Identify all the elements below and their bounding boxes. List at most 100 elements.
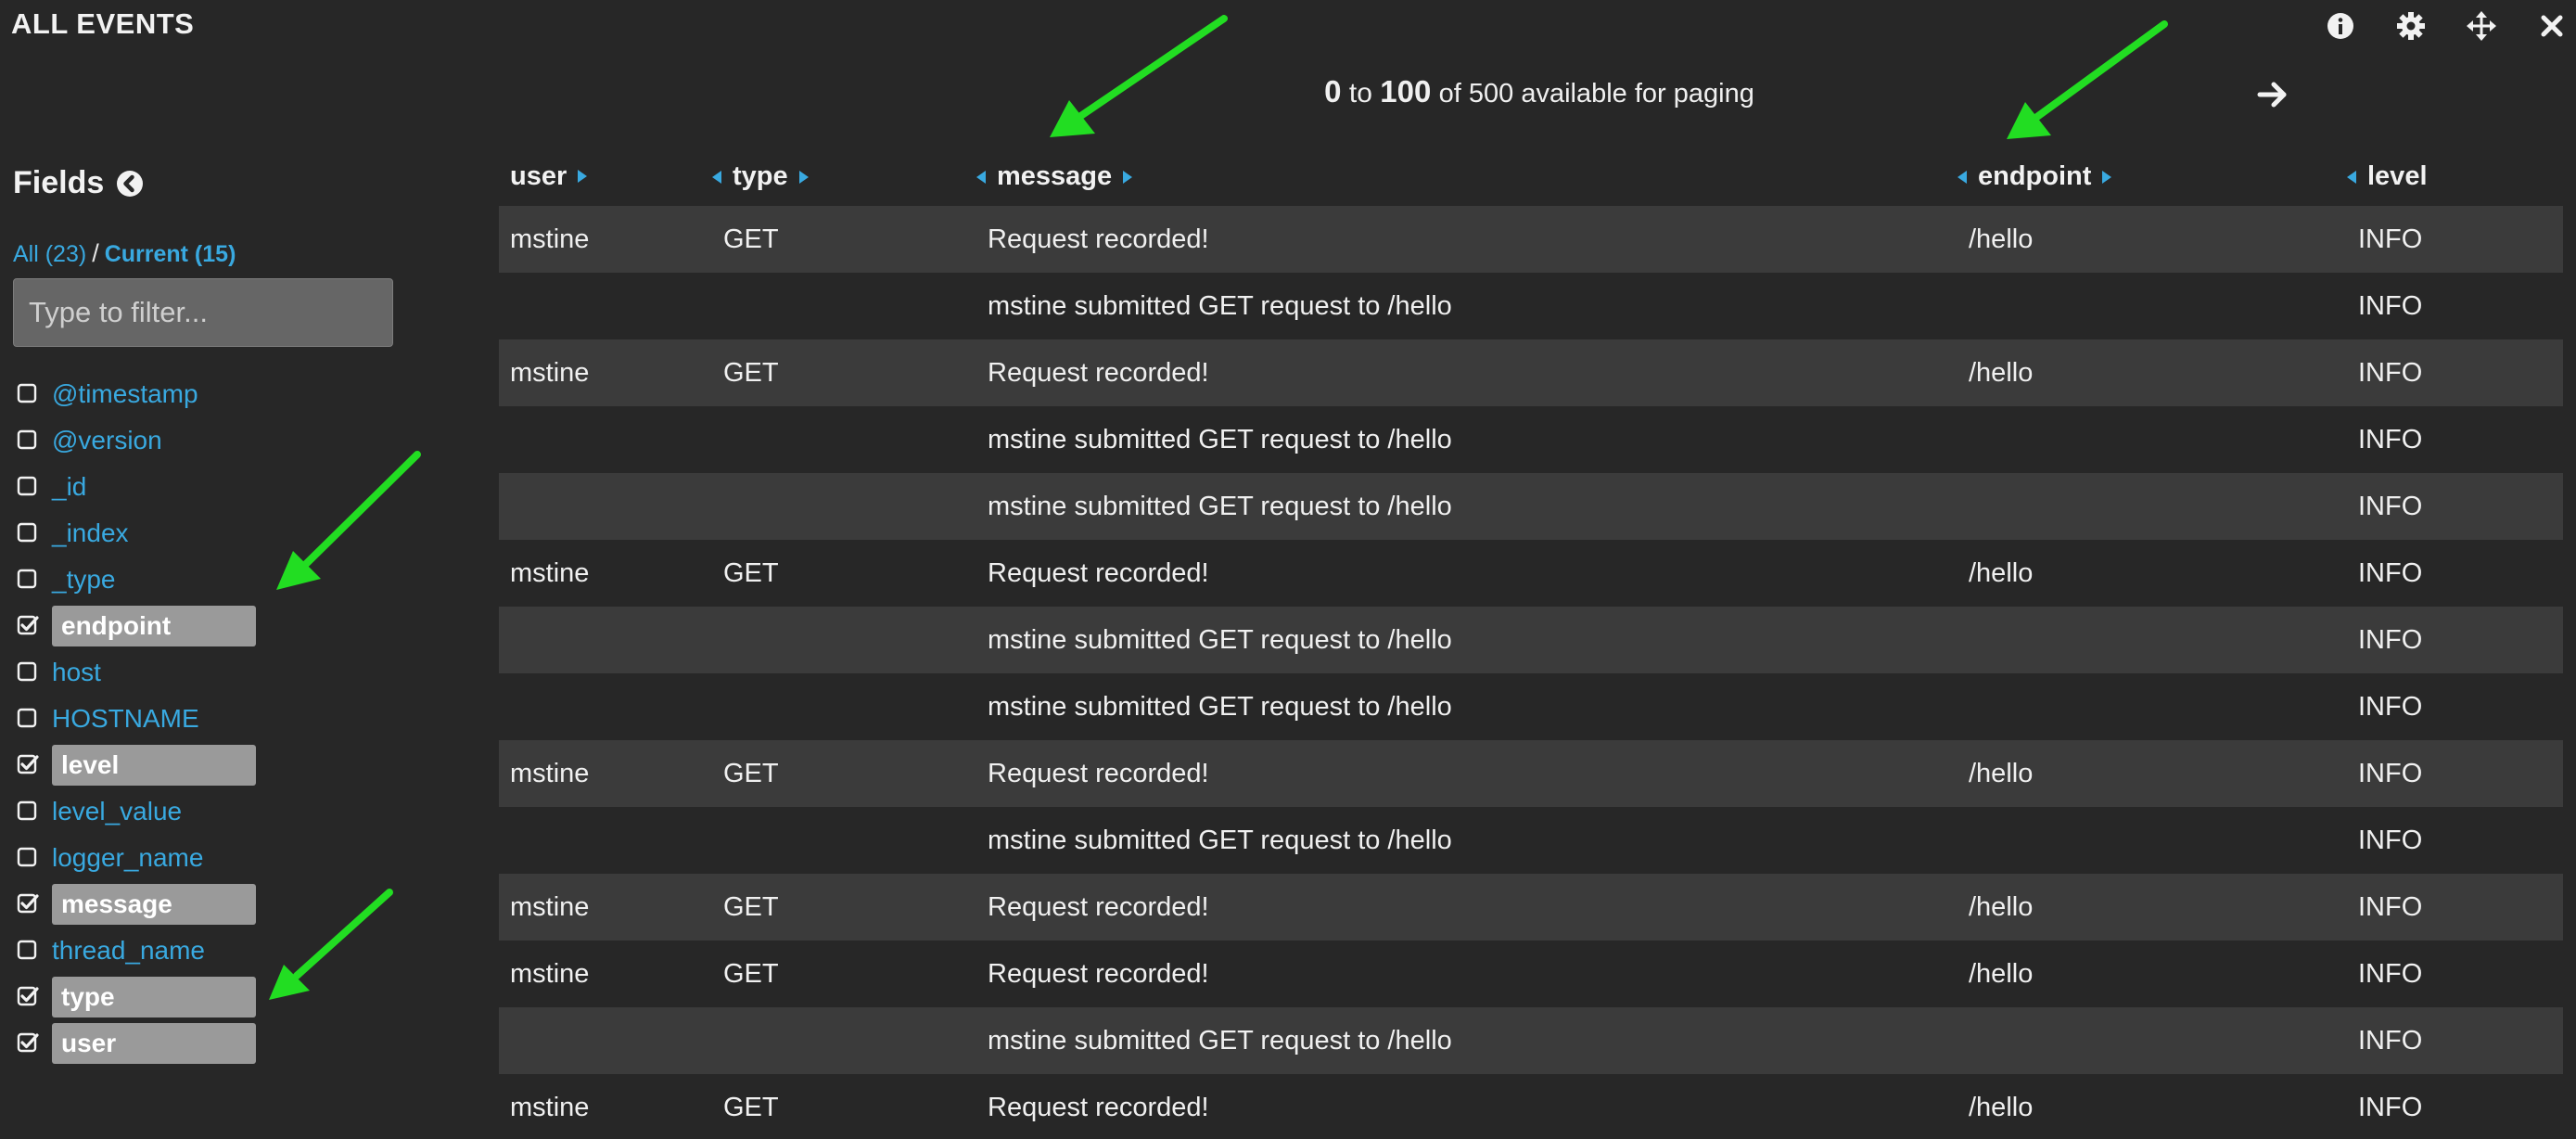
- field-name[interactable]: level_value: [52, 797, 182, 826]
- field-name[interactable]: logger_name: [52, 843, 203, 873]
- cell-message: mstine submitted GET request to /hello: [988, 290, 1452, 321]
- unchecked-checkbox-icon[interactable]: [17, 383, 39, 405]
- field-item[interactable]: _type: [17, 557, 256, 603]
- close-icon[interactable]: [2533, 7, 2570, 45]
- unchecked-checkbox-icon[interactable]: [17, 708, 39, 730]
- field-item[interactable]: level: [17, 742, 256, 788]
- table-row[interactable]: mstine GET Request recorded! /hello INFO: [499, 339, 2563, 406]
- column-header-endpoint[interactable]: endpoint: [1958, 147, 2347, 206]
- cell-type: [712, 607, 976, 673]
- unchecked-checkbox-icon[interactable]: [17, 522, 39, 544]
- field-name[interactable]: @version: [52, 426, 162, 455]
- field-item[interactable]: level_value: [17, 788, 256, 835]
- move-right-caret-icon[interactable]: [798, 170, 809, 184]
- cell-message: mstine submitted GET request to /hello: [988, 691, 1452, 722]
- collapse-sidebar-icon[interactable]: [115, 169, 145, 198]
- field-name[interactable]: HOSTNAME: [52, 704, 199, 734]
- move-left-caret-icon[interactable]: [2347, 170, 2356, 184]
- cell-message: mstine submitted GET request to /hello: [988, 1025, 1452, 1056]
- info-icon[interactable]: [2322, 7, 2359, 45]
- move-left-caret-icon[interactable]: [712, 170, 721, 184]
- unchecked-checkbox-icon[interactable]: [17, 569, 39, 591]
- cell-type: GET: [723, 758, 779, 788]
- field-name[interactable]: _id: [52, 472, 86, 502]
- cell-type: [712, 673, 976, 740]
- field-item[interactable]: host: [17, 649, 256, 696]
- cell-endpoint: [1958, 473, 2347, 540]
- move-right-caret-icon[interactable]: [578, 170, 588, 183]
- field-item[interactable]: logger_name: [17, 835, 256, 881]
- unchecked-checkbox-icon[interactable]: [17, 800, 39, 823]
- unchecked-checkbox-icon[interactable]: [17, 661, 39, 684]
- field-name[interactable]: type: [52, 977, 256, 1017]
- field-item[interactable]: type: [17, 974, 256, 1020]
- table-row[interactable]: mstine GET Request recorded! /hello INFO: [499, 206, 2563, 273]
- checked-checkbox-icon[interactable]: [17, 893, 39, 915]
- table-row[interactable]: mstine submitted GET request to /hello IN…: [499, 273, 2563, 339]
- cell-user: [499, 273, 712, 339]
- column-label-user: user: [510, 160, 567, 191]
- field-name[interactable]: message: [52, 884, 256, 925]
- table-row[interactable]: mstine GET Request recorded! /hello INFO: [499, 1074, 2563, 1139]
- checked-checkbox-icon[interactable]: [17, 1032, 39, 1055]
- cell-user: mstine: [510, 1092, 590, 1122]
- column-header-user[interactable]: user: [499, 147, 712, 206]
- field-item[interactable]: thread_name: [17, 928, 256, 974]
- field-item[interactable]: user: [17, 1020, 256, 1067]
- cell-endpoint: /hello: [1969, 557, 2034, 588]
- move-left-caret-icon[interactable]: [1958, 170, 1967, 184]
- current-fields-link[interactable]: Current (15): [105, 241, 236, 267]
- table-row[interactable]: mstine GET Request recorded! /hello INFO: [499, 874, 2563, 941]
- cell-message: Request recorded!: [988, 758, 1209, 788]
- field-name[interactable]: _type: [52, 565, 116, 595]
- cell-level: INFO: [2358, 1092, 2423, 1122]
- column-header-type[interactable]: type: [712, 147, 976, 206]
- table-row[interactable]: mstine GET Request recorded! /hello INFO: [499, 540, 2563, 607]
- field-name[interactable]: host: [52, 658, 101, 687]
- gear-icon[interactable]: [2392, 7, 2429, 45]
- field-item[interactable]: @timestamp: [17, 371, 256, 417]
- move-left-caret-icon[interactable]: [976, 170, 986, 184]
- field-item[interactable]: HOSTNAME: [17, 696, 256, 742]
- annotation-arrow-icon: [269, 889, 393, 1000]
- unchecked-checkbox-icon[interactable]: [17, 476, 39, 498]
- unchecked-checkbox-icon[interactable]: [17, 847, 39, 869]
- paging-to: 100: [1380, 74, 1432, 109]
- table-row[interactable]: mstine submitted GET request to /hello IN…: [499, 1007, 2563, 1074]
- field-name[interactable]: @timestamp: [52, 379, 198, 409]
- field-item[interactable]: _index: [17, 510, 256, 557]
- fields-heading-label: Fields: [13, 165, 105, 200]
- table-row[interactable]: mstine submitted GET request to /hello IN…: [499, 673, 2563, 740]
- column-header-level[interactable]: level: [2347, 147, 2563, 206]
- column-header-message[interactable]: message: [976, 147, 1958, 206]
- table-row[interactable]: mstine GET Request recorded! /hello INFO: [499, 941, 2563, 1007]
- field-item[interactable]: endpoint: [17, 603, 256, 649]
- annotation-arrow-icon: [1050, 15, 1228, 137]
- field-item[interactable]: @version: [17, 417, 256, 464]
- next-page-arrow-icon[interactable]: [2256, 78, 2289, 111]
- field-name[interactable]: user: [52, 1023, 256, 1064]
- cell-endpoint: /hello: [1969, 758, 2034, 788]
- column-label-message: message: [997, 161, 1113, 192]
- field-name[interactable]: thread_name: [52, 936, 205, 966]
- field-item[interactable]: message: [17, 881, 256, 928]
- table-row[interactable]: mstine GET Request recorded! /hello INFO: [499, 740, 2563, 807]
- move-icon[interactable]: [2463, 7, 2500, 45]
- table-row[interactable]: mstine submitted GET request to /hello IN…: [499, 607, 2563, 673]
- field-item[interactable]: _id: [17, 464, 256, 510]
- table-row[interactable]: mstine submitted GET request to /hello IN…: [499, 473, 2563, 540]
- table-row[interactable]: mstine submitted GET request to /hello IN…: [499, 406, 2563, 473]
- all-fields-link[interactable]: All (23): [13, 241, 86, 267]
- unchecked-checkbox-icon[interactable]: [17, 940, 39, 962]
- unchecked-checkbox-icon[interactable]: [17, 429, 39, 452]
- field-name[interactable]: endpoint: [52, 606, 256, 646]
- move-right-caret-icon[interactable]: [1123, 170, 1133, 184]
- checked-checkbox-icon[interactable]: [17, 754, 39, 776]
- move-right-caret-icon[interactable]: [2102, 170, 2112, 184]
- checked-checkbox-icon[interactable]: [17, 986, 39, 1008]
- table-row[interactable]: mstine submitted GET request to /hello IN…: [499, 807, 2563, 874]
- checked-checkbox-icon[interactable]: [17, 615, 39, 637]
- field-filter-input[interactable]: [13, 278, 393, 347]
- field-name[interactable]: level: [52, 745, 256, 786]
- field-name[interactable]: _index: [52, 518, 129, 548]
